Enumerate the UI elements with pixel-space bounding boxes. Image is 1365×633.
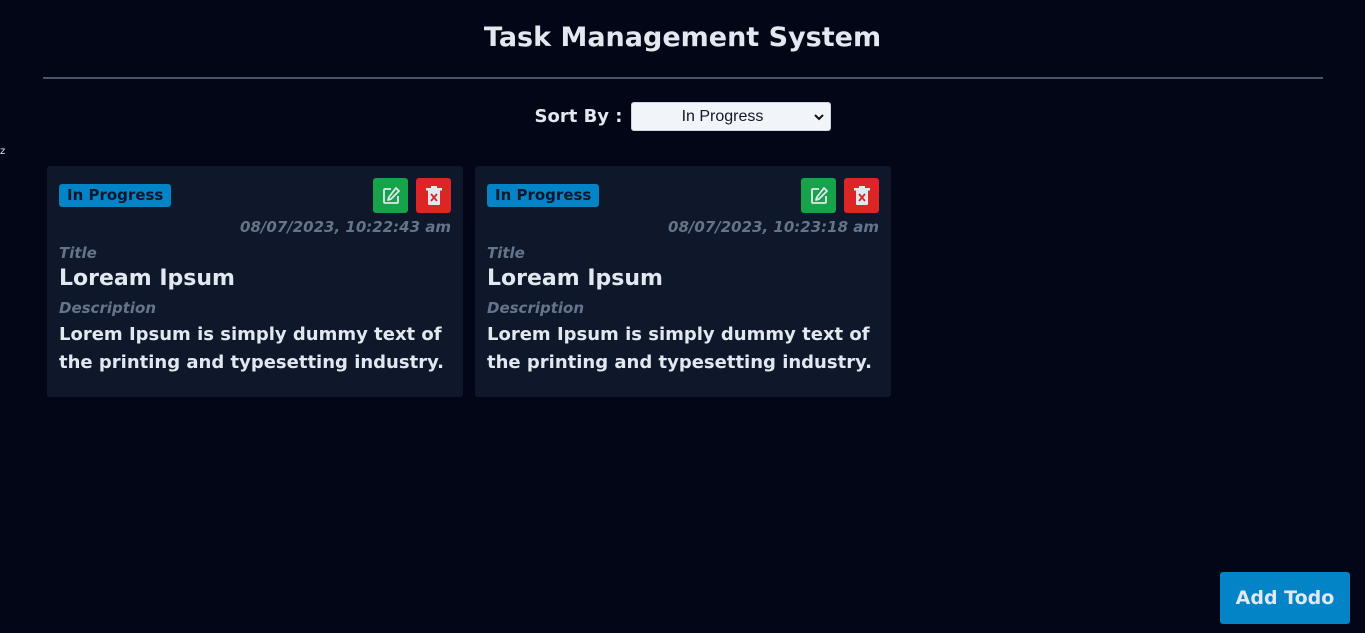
task-description: Lorem Ipsum is simply dummy text of the … xyxy=(487,324,872,373)
description-label: Description xyxy=(487,299,585,317)
sort-label: Sort By : xyxy=(534,106,623,127)
sort-select-value: In Progress xyxy=(681,107,764,125)
task-title: Loream Ipsum xyxy=(487,266,663,291)
trash-icon xyxy=(853,185,870,205)
stray-character: z xyxy=(0,146,6,157)
title-label: Title xyxy=(487,244,525,262)
task-description: Lorem Ipsum is simply dummy text of the … xyxy=(59,324,444,373)
header-divider xyxy=(43,77,1323,79)
edit-button[interactable] xyxy=(801,178,836,213)
edit-icon xyxy=(382,186,400,204)
edit-icon xyxy=(810,186,828,204)
edit-button[interactable] xyxy=(373,178,408,213)
status-badge: In Progress xyxy=(487,184,600,207)
delete-button[interactable] xyxy=(416,178,451,213)
page: Task Management System Sort By : In Prog… xyxy=(0,0,1365,633)
page-title: Task Management System xyxy=(483,22,882,53)
chevron-down-icon xyxy=(813,108,824,126)
task-date: 08/07/2023, 10:22:43 am xyxy=(240,218,451,236)
sort-bar: Sort By : In Progress xyxy=(0,102,1365,131)
sort-select[interactable]: In Progress xyxy=(630,102,831,131)
description-label: Description xyxy=(59,299,157,317)
add-todo-button[interactable]: Add Todo xyxy=(1220,572,1350,624)
task-card: In Progress 08/07/2 xyxy=(47,166,463,397)
trash-icon xyxy=(425,185,442,205)
delete-button[interactable] xyxy=(844,178,879,213)
task-title: Loream Ipsum xyxy=(59,266,235,291)
title-label: Title xyxy=(59,244,97,262)
task-date: 08/07/2023, 10:23:18 am xyxy=(668,218,879,236)
status-badge: In Progress xyxy=(59,184,172,207)
task-card: In Progress 08/07/2 xyxy=(475,166,891,397)
